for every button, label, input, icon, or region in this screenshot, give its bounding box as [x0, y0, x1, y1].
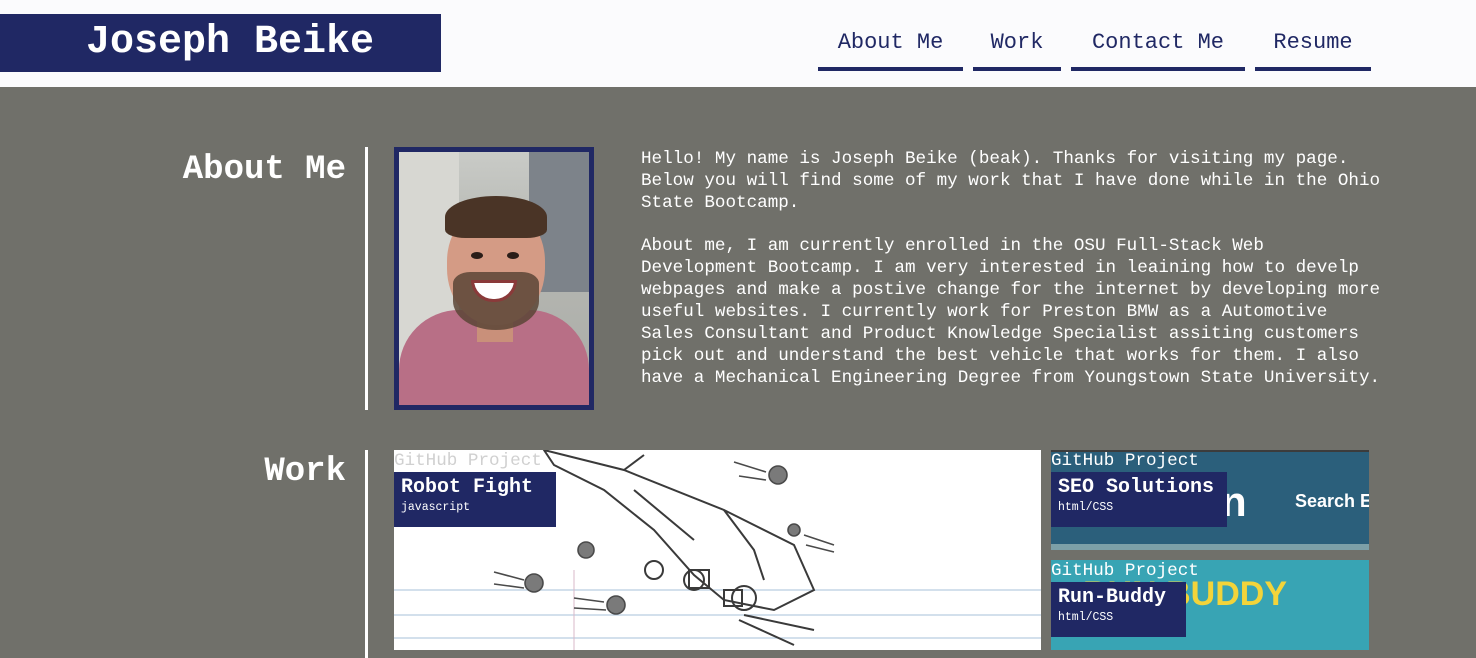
robot-fight-kicker: GitHub Project	[394, 451, 542, 471]
project-card-seo-solutions[interactable]: n Search Er GitHub Project SEO Solutions…	[1051, 450, 1369, 550]
about-paragraph-2: About me, I am currently enrolled in the…	[641, 236, 1381, 388]
about-divider	[365, 147, 368, 410]
work-divider	[365, 450, 368, 658]
about-text: Hello! My name is Joseph Beike (beak). T…	[641, 148, 1381, 410]
seo-title: SEO Solutions	[1058, 476, 1215, 499]
project-card-run-buddy[interactable]: RUN BUDDY GitHub Project Run-Buddy html/…	[1051, 560, 1369, 650]
nav-contact-me[interactable]: Contact Me	[1071, 28, 1245, 71]
run-buddy-tech: html/CSS	[1058, 611, 1114, 624]
profile-photo-frame	[394, 147, 594, 410]
nav-resume[interactable]: Resume	[1255, 28, 1371, 71]
site-brand[interactable]: Joseph Beike	[0, 14, 441, 72]
run-buddy-label: Run-Buddy html/CSS	[1051, 582, 1186, 637]
about-paragraph-1: Hello! My name is Joseph Beike (beak). T…	[641, 149, 1381, 213]
seo-label: SEO Solutions html/CSS	[1051, 472, 1227, 527]
seo-tech: html/CSS	[1058, 501, 1114, 514]
nav-about-me[interactable]: About Me	[818, 28, 963, 71]
robot-fight-title: Robot Fight	[401, 476, 534, 499]
site-header: Joseph Beike About Me Work Contact Me Re…	[0, 0, 1476, 87]
seo-kicker: GitHub Project	[1051, 451, 1199, 471]
work-section-title: Work	[264, 453, 346, 491]
robot-fight-label: Robot Fight javascript	[394, 472, 556, 527]
nav-work[interactable]: Work	[973, 28, 1061, 71]
project-card-robot-fight[interactable]: GitHub Project Robot Fight javascript	[394, 450, 1041, 650]
seo-bg-text-2: Search Er	[1295, 491, 1369, 511]
run-buddy-title: Run-Buddy	[1058, 586, 1167, 609]
about-section-title: About Me	[182, 151, 346, 189]
profile-photo	[399, 152, 589, 405]
robot-fight-tech: javascript	[401, 501, 471, 514]
run-buddy-kicker: GitHub Project	[1051, 561, 1199, 581]
